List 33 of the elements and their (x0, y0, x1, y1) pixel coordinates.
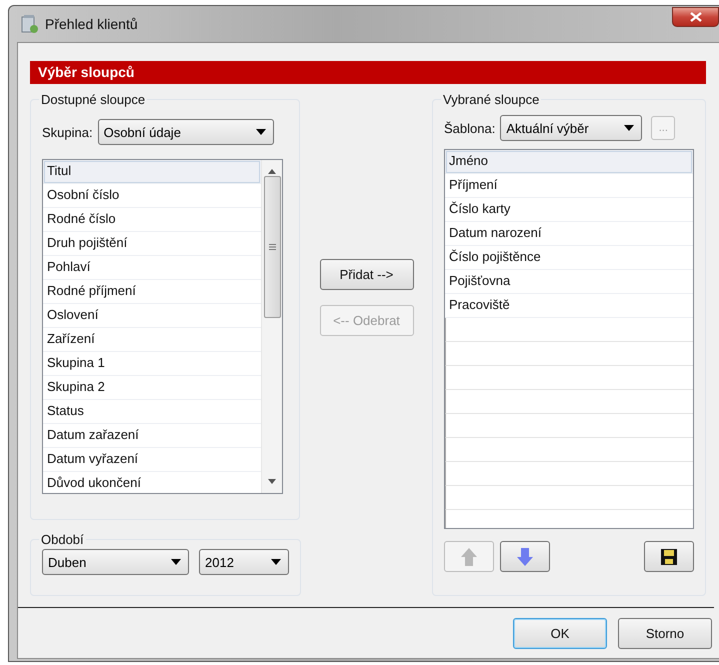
ok-button[interactable]: OK (513, 618, 607, 649)
save-button[interactable] (644, 541, 694, 572)
close-button[interactable] (672, 7, 719, 27)
group-legend: Vybrané sloupce (441, 92, 542, 107)
scroll-up-icon[interactable] (268, 169, 276, 174)
list-item[interactable]: Jméno (445, 150, 693, 174)
dropdown-arrow-icon (171, 559, 181, 565)
scroll-down-icon[interactable] (268, 479, 276, 484)
section-header: Výběr sloupců (30, 61, 706, 84)
group-dropdown[interactable]: Osobní údaje (98, 119, 274, 145)
scrollbar[interactable] (261, 160, 282, 493)
template-dropdown[interactable]: Aktuální výběr (500, 115, 642, 141)
year-dropdown[interactable]: 2012 (199, 549, 289, 575)
grip-icon (268, 244, 276, 250)
window-title: Přehled klientů (45, 16, 138, 32)
dropdown-arrow-icon (624, 125, 634, 131)
save-icon (661, 548, 677, 564)
month-dropdown[interactable]: Duben (42, 549, 189, 575)
down-arrow-icon (517, 548, 533, 566)
group-label: Skupina: (42, 124, 93, 140)
cancel-button[interactable]: Storno (618, 618, 712, 649)
add-button[interactable]: Přidat --> (320, 259, 414, 290)
dropdown-arrow-icon (256, 129, 266, 135)
down-button[interactable] (500, 541, 550, 572)
group-legend: Období (39, 532, 86, 547)
dropdown-arrow-icon (271, 559, 281, 565)
group-legend: Dostupné sloupce (39, 92, 148, 107)
list-item[interactable]: Titul (43, 160, 261, 184)
template-label: Šablona: (444, 120, 496, 136)
scroll-thumb[interactable] (264, 176, 280, 318)
close-icon (690, 12, 702, 22)
clients-icon (19, 14, 39, 34)
up-arrow-icon (461, 548, 477, 566)
